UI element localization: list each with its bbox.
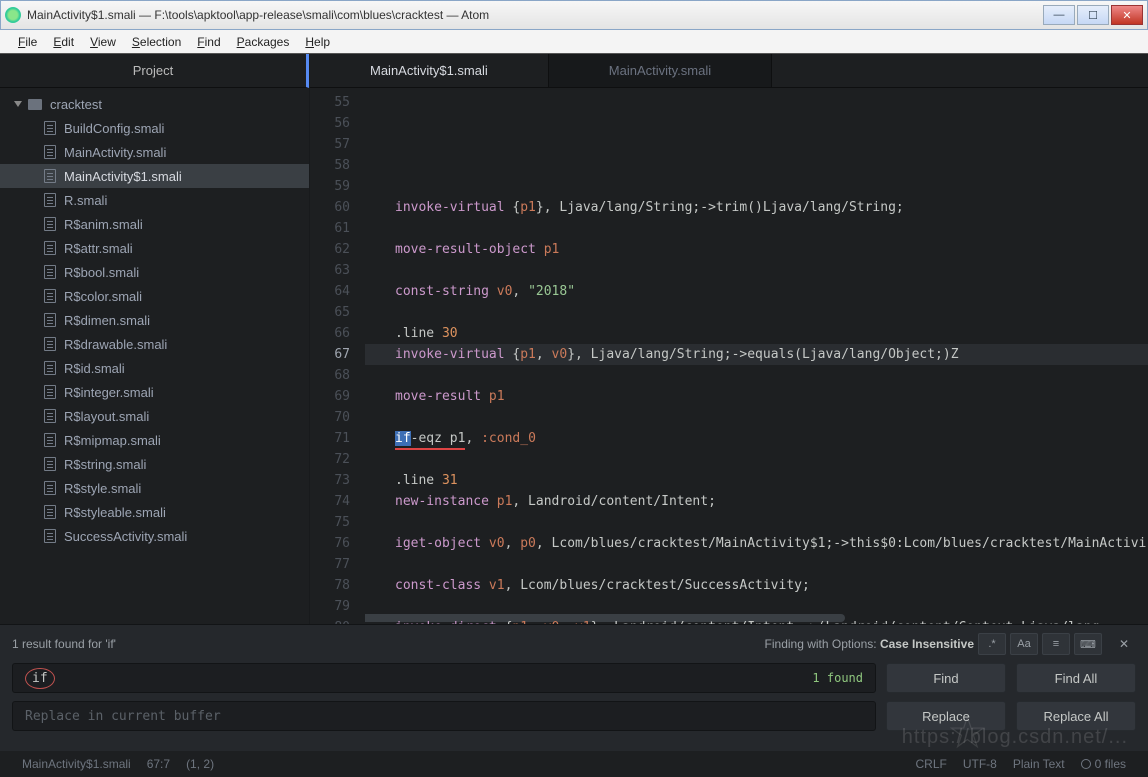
menu-help[interactable]: Help <box>297 33 338 51</box>
tree-file[interactable]: R$attr.smali <box>0 236 309 260</box>
project-sidebar: Project cracktestBuildConfig.smaliMainAc… <box>0 54 310 624</box>
menu-packages[interactable]: Packages <box>229 33 298 51</box>
regex-toggle[interactable]: .* <box>978 633 1006 655</box>
tree-root[interactable]: cracktest <box>0 92 309 116</box>
menu-selection[interactable]: Selection <box>124 33 189 51</box>
tree-file[interactable]: SuccessActivity.smali <box>0 524 309 548</box>
tree-file[interactable]: R$integer.smali <box>0 380 309 404</box>
menu-find[interactable]: Find <box>189 33 228 51</box>
close-button[interactable]: ✕ <box>1111 5 1143 25</box>
status-language[interactable]: Plain Text <box>1013 757 1065 771</box>
tree-file[interactable]: R$dimen.smali <box>0 308 309 332</box>
minimize-button[interactable]: — <box>1043 5 1075 25</box>
find-result-text: 1 result found for 'if' <box>12 637 116 651</box>
tree-file[interactable]: R$string.smali <box>0 452 309 476</box>
status-selection: (1, 2) <box>186 757 214 771</box>
tree-file[interactable]: R$color.smali <box>0 284 309 308</box>
menu-file[interactable]: File <box>10 33 45 51</box>
status-encoding[interactable]: UTF-8 <box>963 757 997 771</box>
tree-file[interactable]: R$layout.smali <box>0 404 309 428</box>
tree-file[interactable]: BuildConfig.smali <box>0 116 309 140</box>
wholeword-toggle[interactable]: ⌨ <box>1074 633 1102 655</box>
editor-tab[interactable]: MainActivity.smali <box>549 54 772 87</box>
sidebar-header: Project <box>0 54 309 88</box>
tree-file[interactable]: R$drawable.smali <box>0 332 309 356</box>
file-tree[interactable]: cracktestBuildConfig.smaliMainActivity.s… <box>0 88 309 624</box>
replace-input[interactable]: Replace in current buffer <box>12 701 876 731</box>
status-cursor[interactable]: 67:7 <box>147 757 170 771</box>
tree-file[interactable]: R$id.smali <box>0 356 309 380</box>
maximize-button[interactable]: ☐ <box>1077 5 1109 25</box>
find-options-label: Finding with Options: <box>765 637 877 651</box>
status-file[interactable]: MainActivity$1.smali <box>22 757 131 771</box>
menu-bar: FileEditViewSelectionFindPackagesHelp <box>0 30 1148 54</box>
find-count: 1 found <box>812 671 863 685</box>
tab-bar: MainActivity$1.smaliMainActivity.smali <box>310 54 1148 88</box>
replace-all-button[interactable]: Replace All <box>1016 701 1136 731</box>
code-editor[interactable]: 5556575859606162636465666768697071727374… <box>310 88 1148 624</box>
find-options-value: Case Insensitive <box>880 637 974 651</box>
status-eol[interactable]: CRLF <box>915 757 946 771</box>
tree-file[interactable]: R$bool.smali <box>0 260 309 284</box>
find-input[interactable]: if 1 found <box>12 663 876 693</box>
tree-file[interactable]: MainActivity.smali <box>0 140 309 164</box>
editor-tab[interactable]: MainActivity$1.smali <box>310 54 549 87</box>
tree-file[interactable]: R$styleable.smali <box>0 500 309 524</box>
menu-edit[interactable]: Edit <box>45 33 82 51</box>
case-toggle[interactable]: Aa <box>1010 633 1038 655</box>
find-replace-panel: 1 result found for 'if' Finding with Opt… <box>0 624 1148 751</box>
tree-file[interactable]: R.smali <box>0 188 309 212</box>
status-git[interactable]: 0 files <box>1081 757 1126 771</box>
replace-button[interactable]: Replace <box>886 701 1006 731</box>
window-title: MainActivity$1.smali — F:\tools\apktool\… <box>27 8 1041 22</box>
find-query: if <box>25 668 55 689</box>
find-button[interactable]: Find <box>886 663 1006 693</box>
atom-icon <box>5 7 21 23</box>
tree-file[interactable]: MainActivity$1.smali <box>0 164 309 188</box>
line-gutter: 5556575859606162636465666768697071727374… <box>310 88 365 624</box>
tree-file[interactable]: R$style.smali <box>0 476 309 500</box>
find-close-icon[interactable]: ✕ <box>1112 633 1136 655</box>
replace-placeholder: Replace in current buffer <box>25 709 221 724</box>
find-all-button[interactable]: Find All <box>1016 663 1136 693</box>
code-lines[interactable]: invoke-virtual {p1}, Ljava/lang/String;-… <box>365 88 1148 624</box>
tree-file[interactable]: R$anim.smali <box>0 212 309 236</box>
window-titlebar: MainActivity$1.smali — F:\tools\apktool\… <box>0 0 1148 30</box>
menu-view[interactable]: View <box>82 33 124 51</box>
status-bar: MainActivity$1.smali 67:7 (1, 2) CRLF UT… <box>0 751 1148 777</box>
tree-file[interactable]: R$mipmap.smali <box>0 428 309 452</box>
selection-toggle[interactable]: ≡ <box>1042 633 1070 655</box>
